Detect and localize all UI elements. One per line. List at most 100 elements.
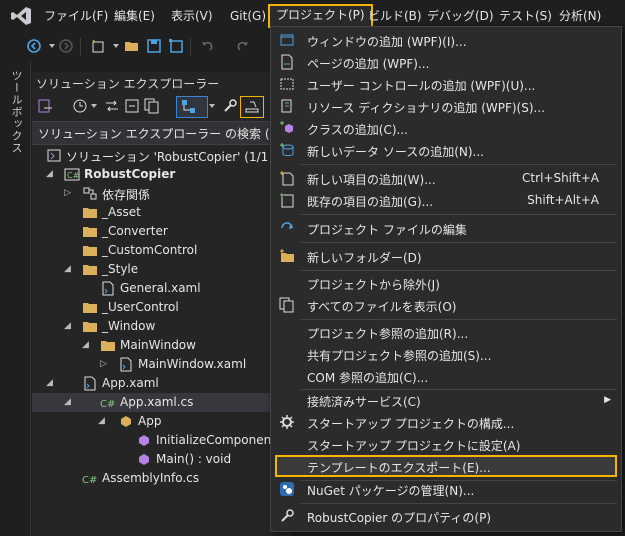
- menu-item-add-shared-project-reference[interactable]: 共有プロジェクト参照の追加(S)...: [271, 343, 621, 365]
- add-page-icon: [279, 54, 295, 70]
- svg-text:C#: C#: [67, 171, 80, 180]
- tree-item-app-xaml-cs[interactable]: ◢ C# App.xaml.cs: [32, 393, 292, 412]
- open-folder-icon[interactable]: [122, 36, 142, 56]
- menu-item-add-resource-dictionary[interactable]: リソース ディクショナリの追加 (WPF)(S)...: [271, 95, 621, 117]
- submenu-arrow-icon: ▶: [604, 395, 611, 405]
- chevron-down-icon[interactable]: ◢: [98, 416, 106, 426]
- menu-item-add-user-control[interactable]: ユーザー コントロールの追加 (WPF)(U)...: [271, 73, 621, 95]
- menu-item-configure-startup-projects[interactable]: スタートアップ プロジェクトの構成...: [271, 411, 621, 433]
- xaml-file-icon: [102, 281, 114, 296]
- menu-item-add-data-source[interactable]: 新しいデータ ソースの追加(N)...: [271, 139, 621, 161]
- chevron-down-icon[interactable]: [208, 102, 216, 110]
- menu-git[interactable]: Git(G): [224, 6, 272, 26]
- menu-item-add-page[interactable]: ページの追加 (WPF)...: [271, 51, 621, 73]
- menu-project[interactable]: プロジェクト(P): [268, 4, 373, 28]
- tree-item-main-method[interactable]: Main() : void: [32, 450, 292, 469]
- tree-item-mainwindow-xaml[interactable]: ▷ MainWindow.xaml: [32, 355, 292, 374]
- menu-item-project-properties[interactable]: RobustCopier のプロパティの(P): [271, 505, 621, 527]
- menu-item-connected-services[interactable]: 接続済みサービス(C) ▶: [271, 389, 621, 411]
- chevron-down-icon[interactable]: ◢: [64, 397, 72, 407]
- chevron-right-icon[interactable]: ▷: [64, 188, 72, 198]
- menu-item-existing-item[interactable]: 既存の項目の追加(G)... Shift+Alt+A: [271, 189, 621, 211]
- new-project-icon[interactable]: [88, 36, 108, 56]
- back-icon[interactable]: [24, 36, 44, 56]
- menu-item-export-template[interactable]: テンプレートのエクスポート(E)...: [275, 455, 617, 477]
- visual-studio-logo-icon[interactable]: [10, 6, 32, 26]
- folder-open-icon: [101, 341, 115, 351]
- menu-edit[interactable]: 編集(E): [108, 6, 161, 26]
- menu-item-add-com-reference[interactable]: COM 参照の追加(C)...: [271, 365, 621, 387]
- menu-test[interactable]: テスト(S): [493, 6, 558, 26]
- folder-open-icon: [83, 265, 97, 275]
- forward-icon[interactable]: [56, 36, 76, 56]
- tree-item-window-folder[interactable]: ◢ _Window: [32, 317, 292, 336]
- folder-icon: [83, 303, 97, 313]
- undo-icon[interactable]: [198, 36, 218, 56]
- menu-item-edit-project-file[interactable]: プロジェクト ファイルの編集: [271, 217, 621, 239]
- solution-explorer-toolbar: [32, 94, 292, 120]
- wrench-icon[interactable]: [222, 98, 238, 114]
- filter-icon: [182, 100, 195, 113]
- solution-icon: [47, 149, 61, 162]
- menu-item-new-item[interactable]: 新しい項目の追加(W)... Ctrl+Shift+A: [271, 167, 621, 189]
- pending-changes-filter-button[interactable]: [176, 96, 208, 118]
- tree-item-style-folder[interactable]: ◢ _Style: [32, 260, 292, 279]
- save-all-icon[interactable]: [166, 36, 186, 56]
- menu-item-add-window[interactable]: ウィンドウの追加 (WPF)(I)...: [271, 29, 621, 51]
- menu-item-new-folder[interactable]: 新しいフォルダー(D): [271, 245, 621, 267]
- menu-separator: [301, 503, 617, 504]
- menu-item-show-all-files[interactable]: すべてのファイルを表示(O): [271, 294, 621, 316]
- chevron-down-icon[interactable]: ◢: [64, 264, 72, 274]
- chevron-down-icon[interactable]: ◢: [46, 378, 54, 388]
- class-icon: [121, 416, 131, 427]
- menu-item-exclude-from-project[interactable]: プロジェクトから除外(J): [271, 272, 621, 294]
- method-icon: [139, 435, 149, 446]
- solution-explorer-search[interactable]: ソリューション エクスプローラー の検索 (Ctrl+;): [32, 121, 310, 145]
- tree-item-dependencies[interactable]: ▷ 依存関係: [32, 184, 292, 203]
- edit-project-file-icon: [279, 220, 295, 236]
- tree-item-app-class[interactable]: ◢ App: [32, 412, 292, 431]
- menu-item-add-project-reference[interactable]: プロジェクト参照の追加(R)...: [271, 321, 621, 343]
- menu-debug[interactable]: デバッグ(D): [421, 6, 500, 26]
- tree-item-general-xaml[interactable]: General.xaml: [32, 279, 292, 298]
- tree-item-customcontrol-folder[interactable]: _CustomControl: [32, 241, 292, 260]
- redo-icon[interactable]: [232, 36, 252, 56]
- tree-item-solution[interactable]: ソリューション 'RobustCopier' (1/1 のプロジ: [32, 146, 320, 165]
- tree-item-app-xaml[interactable]: ◢ App.xaml: [32, 374, 292, 393]
- solution-explorer: ソリューション エクスプローラー ソリューション エクスプローラー の検索 (C…: [32, 72, 320, 536]
- chevron-down-icon[interactable]: ◢: [46, 169, 54, 179]
- menu-item-set-as-startup-project[interactable]: スタートアップ プロジェクトに設定(A): [271, 433, 621, 455]
- toolbox-tab[interactable]: ツールボックス: [8, 70, 24, 154]
- chevron-down-icon[interactable]: [90, 102, 98, 110]
- menu-separator: [301, 319, 617, 320]
- collapse-all-icon[interactable]: [124, 98, 140, 114]
- chevron-right-icon[interactable]: ▷: [100, 359, 108, 369]
- tree-item-usercontrol-folder[interactable]: _UserControl: [32, 298, 292, 317]
- save-icon[interactable]: [144, 36, 164, 56]
- menu-item-manage-nuget-packages[interactable]: NuGet パッケージの管理(N)...: [271, 478, 621, 500]
- gear-icon: [279, 414, 295, 430]
- search-placeholder: ソリューション エクスプローラー の検索 (Ctrl+;): [38, 127, 310, 141]
- tree-item-mainwindow-folder[interactable]: ◢ MainWindow: [32, 336, 292, 355]
- add-data-source-icon: [279, 142, 295, 158]
- menu-build[interactable]: ビルド(B): [362, 6, 428, 26]
- menu-analyze[interactable]: 分析(N): [553, 6, 607, 26]
- chevron-down-icon[interactable]: ◢: [64, 321, 72, 331]
- tree-item-project[interactable]: ◢ C# RobustCopier: [32, 165, 292, 184]
- tree-item-asset-folder[interactable]: _Asset: [32, 203, 292, 222]
- preview-selected-items-button[interactable]: [240, 96, 264, 118]
- menu-item-add-class[interactable]: クラスの追加(C)...: [271, 117, 621, 139]
- csharp-file-icon: C#: [82, 475, 97, 486]
- sync-icon[interactable]: [104, 98, 120, 114]
- tree-item-converter-folder[interactable]: _Converter: [32, 222, 292, 241]
- menu-view[interactable]: 表示(V): [165, 6, 219, 26]
- menu-file[interactable]: ファイル(F): [38, 6, 114, 26]
- tree-item-assemblyinfo[interactable]: C# AssemblyInfo.cs: [32, 469, 292, 488]
- tree-item-initializecomponent[interactable]: InitializeComponent(): [32, 431, 292, 450]
- chevron-down-icon[interactable]: ◢: [82, 340, 90, 350]
- solution-explorer-title: ソリューション エクスプローラー: [36, 77, 220, 91]
- switch-views-icon[interactable]: [38, 98, 54, 114]
- add-class-icon: [279, 120, 295, 136]
- history-icon[interactable]: [72, 98, 88, 114]
- show-all-files-icon[interactable]: [144, 98, 160, 114]
